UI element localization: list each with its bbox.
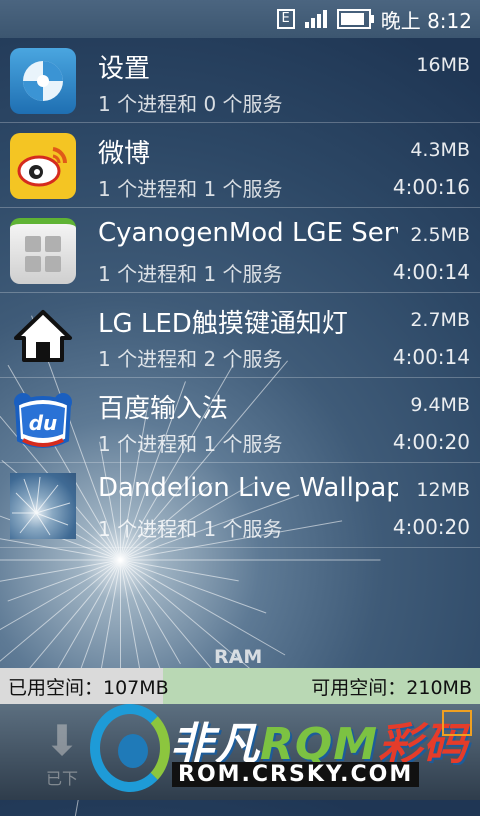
process-summary: 1 个进程和 0 个服务	[98, 92, 283, 116]
used-memory: 已用空间：107MB	[8, 676, 169, 699]
memory-size: 12MB	[416, 479, 470, 501]
memory-size: 2.5MB	[410, 224, 470, 246]
app-name: Dandelion Live Wallpape	[98, 473, 398, 503]
list-item[interactable]: du 百度输入法 1 个进程和 1 个服务 9.4MB 4:00:20	[0, 378, 480, 463]
list-item[interactable]: CyanogenMod LGE Serv 1 个进程和 1 个服务 2.5MB …	[0, 208, 480, 293]
running-time: 4:00:16	[392, 175, 470, 199]
memory-size: 4.3MB	[410, 139, 470, 161]
dandelion-seed	[0, 559, 121, 561]
settings-icon	[10, 48, 76, 114]
status-bar: E 晚上 8:12	[0, 0, 480, 38]
memory-usage-bar: 已用空间：107MB 可用空间：210MB	[0, 668, 480, 704]
downloaded-tab-label: 已下	[45, 769, 78, 788]
app-name: 百度输入法	[98, 394, 229, 424]
logo-ring-icon	[90, 704, 170, 792]
running-time: 4:00:20	[392, 430, 470, 454]
app-name: CyanogenMod LGE Serv	[98, 218, 398, 248]
weibo-icon	[10, 133, 76, 199]
list-item[interactable]: 设置 1 个进程和 0 个服务 16MB	[0, 38, 480, 123]
process-summary: 1 个进程和 1 个服务	[98, 177, 283, 201]
process-summary: 1 个进程和 2 个服务	[98, 347, 283, 371]
status-time: 晚上 8:12	[380, 8, 472, 33]
cyanogenmod-icon	[10, 218, 76, 284]
process-summary: 1 个进程和 1 个服务	[98, 432, 283, 456]
svg-text:du: du	[29, 411, 58, 435]
memory-size: 2.7MB	[410, 309, 470, 331]
home-icon	[10, 303, 76, 369]
memory-size: 16MB	[416, 54, 470, 76]
running-time: 4:00:20	[392, 515, 470, 539]
running-time: 4:00:14	[392, 260, 470, 284]
list-item[interactable]: 微博 1 个进程和 1 个服务 4.3MB 4:00:16	[0, 123, 480, 208]
memory-size: 9.4MB	[410, 394, 470, 416]
process-summary: 1 个进程和 1 个服务	[98, 262, 283, 286]
download-icon: ⬇	[44, 716, 80, 765]
network-type-indicator: E	[276, 9, 295, 29]
list-item[interactable]: Dandelion Live Wallpape 1 个进程和 1 个服务 12M…	[0, 463, 480, 548]
app-name: 设置	[98, 54, 151, 84]
watermark-url: ROM.CRSKY.COM	[172, 762, 420, 787]
baidu-input-icon: du	[10, 388, 76, 454]
free-memory: 可用空间：210MB	[311, 676, 472, 699]
battery-icon	[336, 9, 374, 29]
dandelion-seed	[120, 559, 381, 561]
running-time: 4:00:14	[392, 345, 470, 369]
ram-label: RAM	[214, 646, 263, 668]
signal-icon	[304, 10, 327, 28]
dandelion-wallpaper-icon	[10, 473, 76, 539]
watermark-badge-icon	[442, 710, 472, 736]
process-summary: 1 个进程和 1 个服务	[98, 517, 283, 541]
app-name: 微博	[98, 139, 151, 169]
list-item[interactable]: LG LED触摸键通知灯 1 个进程和 2 个服务 2.7MB 4:00:14	[0, 293, 480, 378]
app-name: LG LED触摸键通知灯	[98, 309, 348, 339]
downloaded-tab[interactable]: ⬇ 已下	[30, 716, 94, 788]
running-services-list: 设置 1 个进程和 0 个服务 16MB 微博 1 个进程和 1 个服务 4.3…	[0, 38, 480, 548]
watermark-logo: 非凡RQM彩码 ROM.CRSKY.COM	[90, 700, 480, 800]
